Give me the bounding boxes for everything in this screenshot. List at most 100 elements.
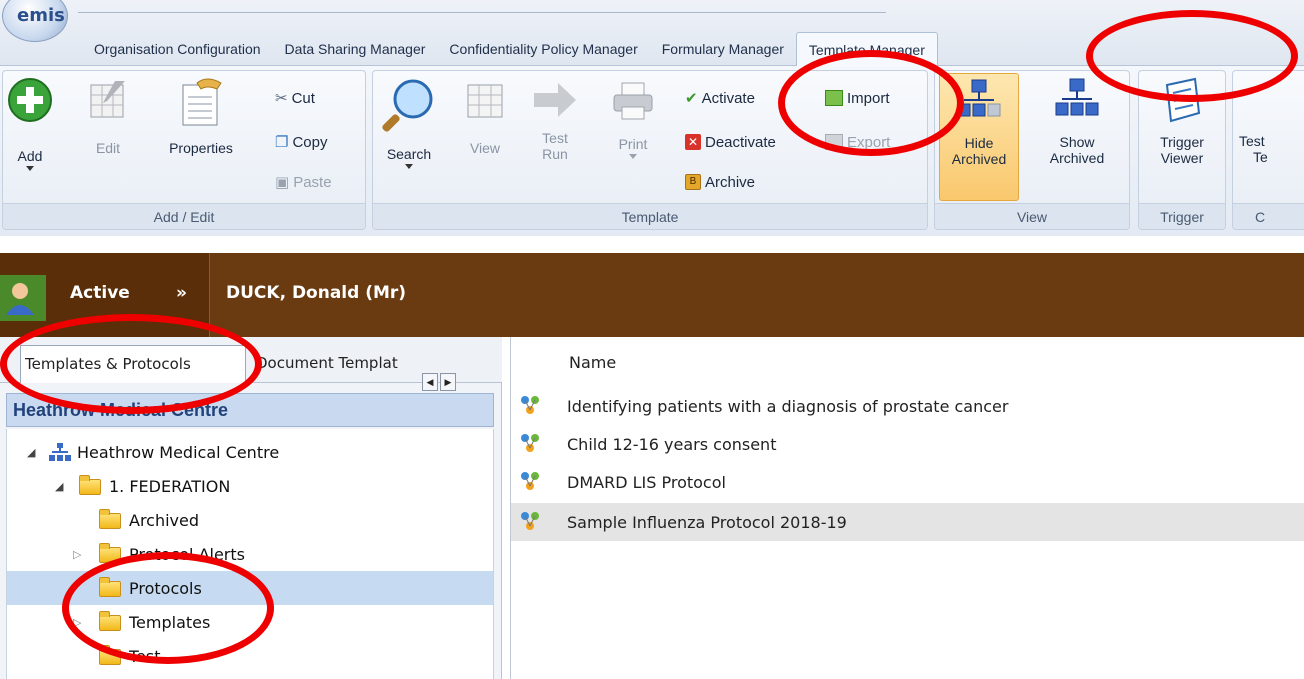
- edit-icon: [90, 81, 125, 118]
- column-header-name[interactable]: Name: [569, 353, 616, 372]
- test-template-label-1: Test: [1239, 133, 1265, 149]
- tree-label: Archived: [129, 510, 200, 530]
- list-item[interactable]: Sample Influenza Protocol 2018-19: [511, 503, 1304, 541]
- ribbon: Add Edit Properties ✂ Cut ❐ Copy ▣ Paste…: [0, 66, 1304, 236]
- edit-button[interactable]: Edit: [85, 77, 131, 156]
- tab-scroll-right-icon[interactable]: ▶: [440, 373, 456, 391]
- folder-tree: ◢ Heathrow Medical Centre ◢ 1. FEDERATIO…: [6, 429, 494, 679]
- list-item[interactable]: Identifying patients with a diagnosis of…: [511, 387, 1304, 425]
- test-template-button[interactable]: Test Te: [1239, 133, 1299, 165]
- tree-label: 1. FEDERATION: [109, 476, 231, 496]
- tree-node-protocols[interactable]: Protocols: [7, 571, 493, 605]
- group-label-template: Template: [373, 203, 927, 229]
- tree-label: Protocols: [129, 578, 202, 598]
- tree-node-archived[interactable]: Archived: [7, 503, 493, 537]
- tab-confidentiality-policy-manager[interactable]: Confidentiality Policy Manager: [437, 32, 649, 66]
- protocol-icon: [521, 512, 539, 530]
- hide-archived-label-1: Hide: [964, 135, 994, 151]
- expand-triangle-icon[interactable]: ▷: [73, 548, 81, 561]
- tab-scroll-left-icon[interactable]: ◀: [422, 373, 438, 391]
- list-header: Name: [511, 337, 1304, 383]
- cut-button[interactable]: ✂ Cut: [275, 87, 315, 109]
- properties-button[interactable]: Properties: [161, 77, 241, 156]
- folder-icon: [99, 611, 121, 631]
- test-run-button[interactable]: Test Run: [529, 77, 581, 162]
- folder-icon: [99, 543, 121, 563]
- tab-organisation-configuration[interactable]: Organisation Configuration: [82, 32, 273, 66]
- archive-icon: B: [685, 174, 701, 190]
- ribbon-group-trigger: Trigger Viewer Trigger: [1138, 70, 1226, 230]
- trigger-viewer-label-1: Trigger: [1160, 134, 1204, 150]
- tree-node-protocol-alerts[interactable]: ▷ Protocol Alerts: [7, 537, 493, 571]
- show-archived-button[interactable]: Show Archived: [1035, 77, 1119, 166]
- hierarchy-icon: [1055, 78, 1099, 116]
- trigger-viewer-button[interactable]: Trigger Viewer: [1145, 77, 1219, 166]
- collapse-triangle-icon[interactable]: ◢: [55, 480, 63, 493]
- patient-icon[interactable]: [0, 275, 46, 321]
- tree-label: Templates: [129, 612, 211, 632]
- collapse-triangle-icon[interactable]: ◢: [27, 446, 35, 459]
- group-label-partial: C: [1233, 203, 1304, 229]
- folder-open-icon: [79, 475, 101, 495]
- list-item-name: Child 12-16 years consent: [567, 434, 777, 454]
- tree-label: Heathrow Medical Centre: [77, 442, 280, 462]
- hierarchy-icon: [957, 79, 1001, 117]
- tab-template-manager[interactable]: Template Manager: [795, 32, 938, 66]
- chevron-down-icon: [405, 164, 413, 169]
- ribbon-group-partial: Test Te C: [1232, 70, 1304, 230]
- archive-label: Archive: [705, 173, 756, 191]
- activate-button[interactable]: ✔ Activate: [685, 87, 755, 109]
- tree-node-federation[interactable]: ◢ 1. FEDERATION: [7, 469, 493, 503]
- hide-archived-button[interactable]: Hide Archived: [939, 73, 1019, 201]
- test-template-label-2: Te: [1253, 149, 1268, 165]
- view-label: View: [469, 140, 501, 156]
- arrow-right-icon: [534, 83, 576, 117]
- deactivate-button[interactable]: ✕ Deactivate: [685, 131, 776, 153]
- tab-data-sharing-manager[interactable]: Data Sharing Manager: [273, 32, 438, 66]
- test-run-label-1: Test: [542, 130, 568, 146]
- tree-label: Test: [129, 646, 161, 666]
- person-icon: [6, 283, 34, 315]
- scissors-icon: ✂: [275, 90, 288, 107]
- chevron-down-icon: [26, 166, 34, 171]
- tab-document-templates[interactable]: Document Templat: [256, 345, 420, 383]
- print-button[interactable]: Print: [609, 77, 657, 159]
- properties-label: Properties: [169, 140, 233, 156]
- export-button[interactable]: Export: [825, 131, 890, 153]
- list-item[interactable]: DMARD LIS Protocol: [511, 463, 1304, 501]
- trigger-viewer-label-2: Viewer: [1160, 150, 1204, 166]
- tree-node-heathrow[interactable]: ◢ Heathrow Medical Centre: [7, 435, 493, 469]
- copy-label: Copy: [292, 133, 328, 151]
- list-item[interactable]: Child 12-16 years consent: [511, 425, 1304, 463]
- chevron-double-down-icon[interactable]: »: [176, 283, 187, 303]
- copy-icon: ❐: [275, 134, 289, 151]
- view-button[interactable]: View: [461, 77, 509, 156]
- paste-button[interactable]: ▣ Paste: [275, 171, 332, 193]
- properties-icon: [182, 78, 222, 126]
- tree-node-test[interactable]: Test: [7, 639, 493, 673]
- add-icon: [8, 78, 52, 122]
- search-button[interactable]: Search: [381, 77, 437, 169]
- tree-node-templates[interactable]: ▷ Templates: [7, 605, 493, 639]
- patient-name[interactable]: DUCK, Donald (Mr): [226, 283, 406, 303]
- import-button[interactable]: Import: [825, 87, 890, 109]
- copy-button[interactable]: ❐ Copy: [275, 131, 327, 153]
- patient-banner: Active » DUCK, Donald (Mr): [0, 253, 1304, 337]
- import-label: Import: [847, 89, 890, 107]
- add-button[interactable]: Add: [7, 77, 53, 171]
- archive-button[interactable]: B Archive: [685, 171, 755, 193]
- tab-formulary-manager[interactable]: Formulary Manager: [650, 32, 796, 66]
- emis-logo[interactable]: emis: [2, 0, 68, 42]
- group-label-add-edit: Add / Edit: [3, 203, 365, 229]
- cut-label: Cut: [291, 89, 315, 107]
- ribbon-group-view: Hide Archived Show Archived View: [934, 70, 1130, 230]
- expand-triangle-icon[interactable]: ▷: [73, 616, 81, 629]
- organisation-icon: [49, 443, 71, 461]
- paste-icon: ▣: [275, 174, 290, 191]
- left-navigation-panel: Templates & Protocols Document Templat ◀…: [0, 337, 502, 679]
- checkmark-icon: ✔: [685, 90, 698, 107]
- test-run-label-2: Run: [542, 146, 568, 162]
- edit-label: Edit: [95, 140, 121, 156]
- show-archived-label-2: Archived: [1049, 150, 1105, 166]
- tab-templates-protocols[interactable]: Templates & Protocols: [20, 345, 246, 383]
